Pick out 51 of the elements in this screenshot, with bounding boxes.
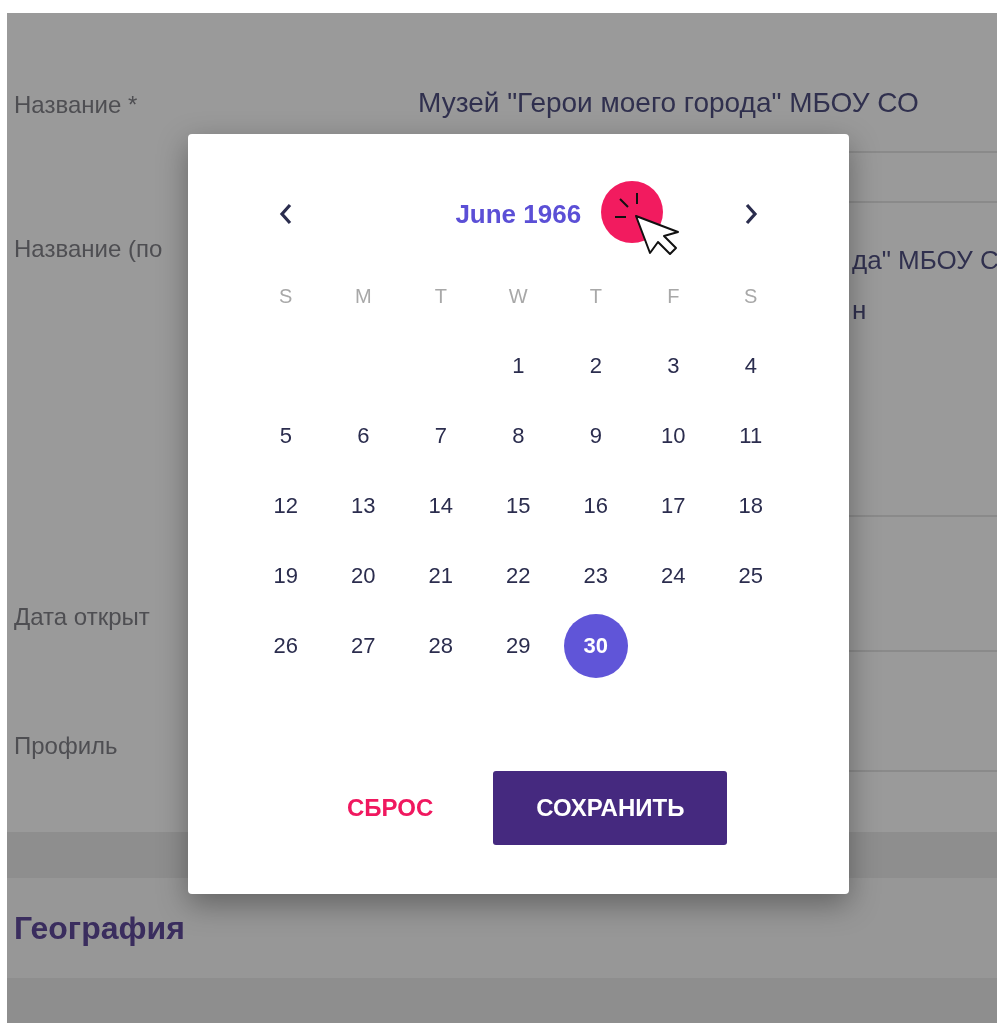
field-value: Музей "Герои моего города" МБОУ СО <box>418 86 920 120</box>
day-button[interactable]: 19 <box>253 544 318 608</box>
day-button[interactable]: 27 <box>331 614 396 678</box>
day-button[interactable]: 15 <box>486 474 551 538</box>
field-label: Название (по <box>14 235 164 263</box>
weekday-label: F <box>667 284 680 308</box>
chevron-right-icon <box>743 203 758 225</box>
chevron-left-icon <box>278 203 293 225</box>
section-title: География <box>14 909 185 947</box>
day-button[interactable]: 4 <box>718 334 783 398</box>
field-label: Название * <box>14 91 139 119</box>
day-button[interactable]: 13 <box>331 474 396 538</box>
day-button[interactable]: 29 <box>486 614 551 678</box>
day-button[interactable]: 14 <box>408 474 473 538</box>
weekday-label: T <box>589 284 602 308</box>
day-button[interactable]: 10 <box>641 404 706 468</box>
day-button[interactable]: 2 <box>563 334 628 398</box>
day-button[interactable]: 23 <box>563 544 628 608</box>
day-button[interactable]: 30 <box>563 614 628 678</box>
field-value: да" МБОУ С <box>852 244 997 277</box>
click-cursor-icon <box>600 180 680 256</box>
day-button[interactable]: 12 <box>253 474 318 538</box>
weekday-label: S <box>279 284 293 308</box>
day-button[interactable]: 21 <box>408 544 473 608</box>
field-label: Дата открыт <box>14 603 151 631</box>
day-button[interactable]: 1 <box>486 334 551 398</box>
day-button[interactable]: 6 <box>331 404 396 468</box>
day-button[interactable]: 5 <box>253 404 318 468</box>
day-button[interactable]: 3 <box>641 334 706 398</box>
month-title[interactable]: June 1966 <box>455 198 582 230</box>
save-button[interactable]: СОХРАНИТЬ <box>493 771 728 845</box>
day-button[interactable]: 18 <box>718 474 783 538</box>
weekday-label: S <box>744 284 758 308</box>
day-button[interactable]: 28 <box>408 614 473 678</box>
day-button[interactable]: 11 <box>718 404 783 468</box>
field-value: н <box>852 294 868 327</box>
day-button[interactable]: 7 <box>408 404 473 468</box>
day-button[interactable]: 20 <box>331 544 396 608</box>
day-button[interactable]: 26 <box>253 614 318 678</box>
field-label: Профиль <box>14 732 119 760</box>
day-button[interactable]: 9 <box>563 404 628 468</box>
weekday-label: T <box>434 284 447 308</box>
weekday-label: M <box>354 284 372 308</box>
day-button[interactable]: 24 <box>641 544 706 608</box>
day-button[interactable]: 22 <box>486 544 551 608</box>
day-button[interactable]: 16 <box>563 474 628 538</box>
day-button[interactable]: 8 <box>486 404 551 468</box>
day-button[interactable]: 25 <box>718 544 783 608</box>
weekday-label: W <box>508 284 528 308</box>
reset-button[interactable]: СБРОС <box>347 794 434 822</box>
day-button[interactable]: 17 <box>641 474 706 538</box>
